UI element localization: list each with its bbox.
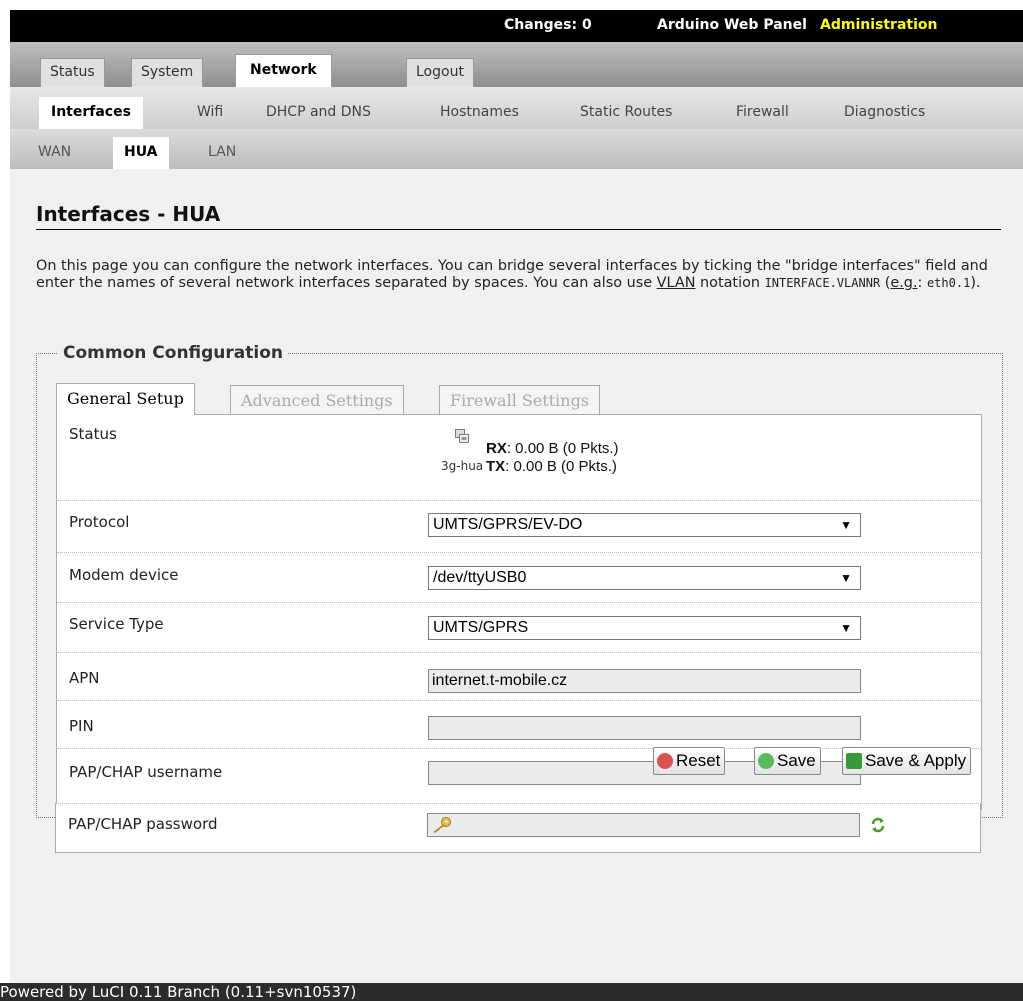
protocol-select[interactable]: UMTS/GPRS/EV-DO ▼: [428, 513, 861, 537]
main-tab-bar: Status System Network Logout: [10, 42, 1023, 87]
iface-tab-hua[interactable]: HUA: [113, 137, 169, 169]
vlan-abbr: VLAN: [656, 275, 696, 291]
subtab-static-routes[interactable]: Static Routes: [568, 97, 684, 129]
service-type-label: Service Type: [69, 615, 164, 633]
desc-text: (: [880, 275, 891, 291]
modem-device-label: Modem device: [69, 566, 179, 584]
subtab-interfaces[interactable]: Interfaces: [39, 97, 143, 129]
administration-label: Administration: [820, 17, 938, 33]
status-row: Status 3g-hua RX: 0.00 B (0 Pkts.) TX: 0…: [57, 415, 981, 501]
protocol-label: Protocol: [69, 513, 130, 531]
subtab-dhcp-dns[interactable]: DHCP and DNS: [254, 97, 383, 129]
save-apply-icon: [846, 753, 862, 769]
apn-label: APN: [69, 669, 100, 687]
reset-button[interactable]: Reset: [653, 747, 726, 775]
password-input[interactable]: [427, 813, 860, 837]
vlan-notation-code: INTERFACE.VLANNR: [764, 276, 881, 290]
rx-value: : 0.00 B (0 Pkts.): [506, 440, 619, 457]
interface-tab-bar: WAN HUA LAN: [10, 129, 1023, 169]
key-icon: [432, 817, 451, 833]
desc-text: ).: [970, 275, 981, 291]
desc-text: notation: [695, 275, 765, 291]
reset-label: Reset: [676, 751, 721, 770]
main-content: Interfaces - HUA On this page you can co…: [10, 169, 1023, 989]
network-subtab-bar: Interfaces Wifi DHCP and DNS Hostnames S…: [10, 87, 1023, 129]
panel-title: Arduino Web Panel: [657, 17, 807, 33]
subtab-diagnostics[interactable]: Diagnostics: [832, 97, 937, 129]
protocol-row: Protocol UMTS/GPRS/EV-DO ▼: [57, 501, 981, 553]
reset-icon: [657, 753, 673, 769]
password-row: PAP/CHAP password: [55, 803, 981, 853]
tab-status[interactable]: Status: [40, 58, 105, 87]
password-label: PAP/CHAP password: [68, 815, 218, 833]
apn-row: APN internet.t-mobile.cz: [57, 653, 981, 701]
config-tab-firewall-settings[interactable]: Firewall Settings: [439, 385, 601, 414]
save-button[interactable]: Save: [754, 747, 821, 775]
save-apply-button[interactable]: Save & Apply: [842, 747, 972, 775]
changes-counter[interactable]: Changes: 0: [504, 17, 592, 33]
modem-device-value: /dev/ttyUSB0: [433, 569, 527, 586]
page-description: On this page you can configure the netwo…: [36, 258, 1011, 292]
dropdown-arrow-icon: ▼: [840, 518, 852, 532]
modem-device-select[interactable]: /dev/ttyUSB0 ▼: [428, 566, 861, 590]
modem-device-row: Modem device /dev/ttyUSB0 ▼: [57, 553, 981, 603]
eg-abbr: e.g.: [890, 275, 918, 291]
dropdown-arrow-icon: ▼: [840, 621, 852, 635]
dropdown-arrow-icon: ▼: [840, 571, 852, 585]
username-label: PAP/CHAP username: [69, 763, 223, 781]
traffic-stats: RX: 0.00 B (0 Pkts.) TX: 0.00 B (0 Pkts.…: [486, 440, 619, 476]
fieldset-legend: Common Configuration: [58, 343, 289, 363]
pin-row: PIN: [57, 701, 981, 749]
interface-name: 3g-hua: [441, 459, 484, 473]
service-type-value: UMTS/GPRS: [433, 619, 529, 636]
rx-label: RX: [486, 440, 507, 457]
save-apply-label: Save & Apply: [865, 751, 967, 770]
top-header-bar: Changes: 0 Arduino Web Panel Administrat…: [10, 10, 1023, 42]
config-tab-advanced-settings[interactable]: Advanced Settings: [230, 385, 404, 414]
iface-tab-wan[interactable]: WAN: [27, 137, 82, 169]
apn-input[interactable]: internet.t-mobile.cz: [428, 669, 861, 693]
pin-label: PIN: [69, 717, 94, 735]
tab-system[interactable]: System: [131, 58, 204, 87]
footer: Powered by LuCI 0.11 Branch (0.11+svn105…: [0, 983, 1023, 1001]
tab-logout[interactable]: Logout: [406, 58, 474, 87]
subtab-wifi[interactable]: Wifi: [185, 97, 235, 129]
subtab-hostnames[interactable]: Hostnames: [428, 97, 531, 129]
tx-value: : 0.00 B (0 Pkts.): [505, 458, 617, 475]
subtab-firewall[interactable]: Firewall: [724, 97, 801, 129]
pin-input[interactable]: [428, 716, 861, 740]
example-code: eth0.1: [926, 276, 971, 290]
footer-text[interactable]: Powered by LuCI 0.11 Branch (0.11+svn105…: [0, 983, 356, 1001]
reveal-password-icon[interactable]: [870, 816, 886, 834]
protocol-value: UMTS/GPRS/EV-DO: [433, 516, 583, 533]
service-type-row: Service Type UMTS/GPRS ▼: [57, 603, 981, 653]
iface-tab-lan[interactable]: LAN: [197, 137, 247, 169]
network-port-icon: [455, 429, 469, 443]
status-label: Status: [69, 425, 117, 443]
page-title: Interfaces - HUA: [36, 202, 1001, 230]
save-icon: [758, 753, 774, 769]
config-tab-general-setup[interactable]: General Setup: [56, 383, 195, 415]
tx-label: TX: [486, 458, 506, 475]
save-label: Save: [777, 751, 816, 770]
tab-network[interactable]: Network: [235, 54, 332, 87]
desc-text: :: [917, 275, 927, 291]
service-type-select[interactable]: UMTS/GPRS ▼: [428, 616, 861, 640]
